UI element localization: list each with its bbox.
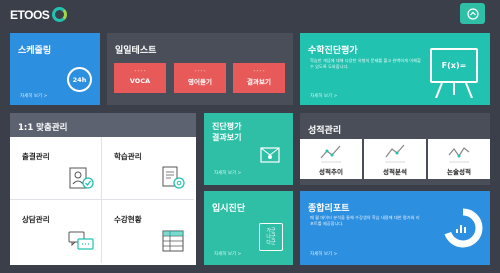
- easel-legs-icon: [435, 83, 473, 98]
- study-gear-icon: [162, 166, 185, 189]
- one-on-one-title: 1:1 맞춤관리: [18, 123, 68, 133]
- report-description: 매 월 데이터 분석을 통해 수강생의 학습 내용에 대한 평가와 리포트를 제…: [310, 215, 420, 226]
- daily-test-title: 일일테스트: [115, 46, 157, 56]
- attendance-icon: [69, 167, 94, 189]
- counseling-label: 상담관리: [22, 215, 50, 224]
- diagnostic-title-line2: 결과보기: [212, 133, 242, 142]
- one-on-one-tile: 1:1 맞춤관리 출결관리 학습관리 상담관리 수강현황: [10, 113, 196, 265]
- math-more-link[interactable]: 자세히 보기 >: [310, 93, 337, 99]
- diagnostic-result-tile[interactable]: 진단평가 결과보기 자세히 보기 >: [204, 113, 293, 185]
- document-icon: 가군 나군 다군: [259, 223, 283, 251]
- blackboard-icon: F(x)=: [430, 48, 478, 83]
- grade-analysis-label: 성적분석: [383, 168, 407, 176]
- diagnostic-title-line1: 진단평가: [212, 122, 242, 131]
- logo-circle-icon: [52, 7, 68, 22]
- enrollment-status-cell[interactable]: 수강현황: [102, 200, 194, 263]
- report-title: 종합리포트: [308, 204, 350, 214]
- result-button[interactable]: 결과보기: [233, 63, 285, 93]
- essay-grade-button[interactable]: 논술성적: [428, 139, 490, 179]
- chevron-up-icon: [466, 7, 479, 20]
- math-diagnosis-tile[interactable]: 수학진단평가 학습한 개념에 대해 다양한 유형의 문제를 풀고 완벽하게 이해…: [300, 33, 490, 105]
- schedule-title: 스케줄링: [18, 46, 52, 56]
- diagnostic-title: 진단평가 결과보기: [212, 121, 241, 143]
- clock-24h-icon: 24h: [67, 67, 92, 92]
- one-on-one-header: 1:1 맞춤관리: [10, 113, 196, 137]
- study-management-cell[interactable]: 학습관리: [102, 137, 194, 200]
- donut-chart-icon: [443, 208, 483, 248]
- grades-tile: 성적관리 성적추이 성적분석 논술성적: [300, 113, 490, 185]
- grade-analysis-button[interactable]: 성적분석: [364, 139, 426, 179]
- diagnostic-more-link[interactable]: 자세히 보기 >: [214, 170, 241, 176]
- analysis-chart-icon: [385, 144, 405, 163]
- voca-button[interactable]: VOCA: [114, 63, 166, 93]
- entrance-title: 입시진단: [212, 204, 246, 214]
- listening-button[interactable]: 영어듣기: [174, 63, 226, 93]
- schedule-more-link[interactable]: 자세히 보기 >: [20, 93, 47, 99]
- math-description: 학습한 개념에 대해 다양한 유형의 문제를 풀고 완벽하게 이해할 수 있도록…: [310, 58, 421, 69]
- counseling-cell[interactable]: 상담관리: [10, 200, 102, 263]
- entrance-diagnosis-tile[interactable]: 입시진단 가군 나군 다군 자세히 보기 >: [204, 191, 293, 265]
- etoos-logo[interactable]: ETOOS: [10, 7, 68, 22]
- attendance-cell[interactable]: 출결관리: [10, 137, 102, 200]
- attendance-label: 출결관리: [22, 152, 50, 161]
- table-icon: [162, 230, 184, 252]
- essay-chart-icon: [448, 147, 470, 163]
- grade-trend-button[interactable]: 성적추이: [300, 139, 362, 179]
- schedule-tile[interactable]: 스케줄링 24h 자세히 보기 >: [10, 33, 100, 105]
- chat-bubbles-icon: [68, 231, 94, 250]
- entrance-more-link[interactable]: 자세히 보기 >: [214, 251, 241, 257]
- report-tile[interactable]: 종합리포트 매 월 데이터 분석을 통해 수강생의 학습 내용에 대한 평가와 …: [300, 191, 490, 265]
- essay-grade-label: 논술성적: [447, 168, 471, 176]
- math-title: 수학진단평가: [308, 46, 358, 56]
- envelope-icon: [260, 147, 280, 163]
- enrollment-status-label: 수강현황: [114, 215, 142, 224]
- study-management-label: 학습관리: [114, 152, 142, 161]
- grade-trend-label: 성적추이: [319, 168, 343, 176]
- grades-title: 성적관리: [308, 126, 342, 136]
- scroll-up-button[interactable]: [460, 3, 485, 24]
- report-more-link[interactable]: 자세히 보기 >: [310, 251, 337, 257]
- logo-text: ETOOS: [10, 7, 50, 22]
- trend-chart-icon: [320, 145, 341, 163]
